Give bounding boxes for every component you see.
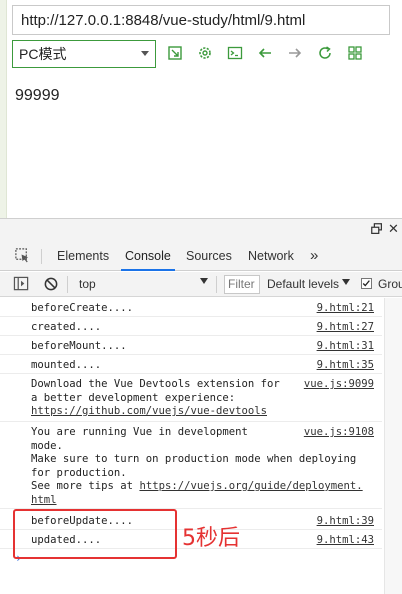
devtools-tab-bar: Elements Console Sources Network » — [0, 241, 402, 271]
mode-select[interactable]: PC模式 — [12, 40, 156, 68]
inspect-element-icon[interactable] — [14, 247, 32, 265]
levels-chevron-icon[interactable] — [342, 279, 350, 285]
settings-icon[interactable] — [196, 44, 214, 62]
source-link[interactable]: 9.html:27 — [317, 321, 374, 335]
group-checkbox[interactable] — [361, 278, 372, 289]
more-tabs-button[interactable]: » — [306, 241, 322, 271]
source-link[interactable]: 9.html:21 — [317, 302, 374, 316]
source-link[interactable]: 9.html:43 — [317, 534, 374, 548]
console-toolbar: top Filter Default levels Grou — [0, 272, 402, 297]
clear-console-icon[interactable] — [43, 276, 60, 293]
console-message: beforeCreate.... 9.html:21 — [0, 298, 382, 317]
tab-network[interactable]: Network — [244, 241, 298, 271]
console-message: You are running Vue in development mode.… — [0, 422, 382, 509]
source-link[interactable]: 9.html:39 — [317, 515, 374, 529]
console-message: mounted.... 9.html:35 — [0, 355, 382, 374]
console-message: created.... 9.html:27 — [0, 317, 382, 336]
annotation-text: 5秒后 — [182, 526, 240, 551]
tab-console[interactable]: Console — [121, 241, 175, 271]
tab-elements[interactable]: Elements — [53, 241, 113, 271]
screenshot-icon[interactable] — [166, 44, 184, 62]
undock-icon[interactable] — [370, 222, 386, 238]
deployment-link[interactable]: https://vuejs.org/guide/deployment. — [139, 480, 362, 492]
console-scrollbar[interactable] — [384, 298, 402, 594]
address-bar[interactable]: http://127.0.0.1:8848/vue-study/html/9.h… — [12, 5, 390, 35]
mode-select-value: PC模式 — [19, 46, 67, 62]
refresh-icon[interactable] — [316, 44, 334, 62]
close-icon[interactable]: ✕ — [388, 221, 399, 237]
deployment-link-cont[interactable]: html — [31, 494, 57, 506]
source-link[interactable]: 9.html:31 — [317, 340, 374, 354]
source-link[interactable]: 9.html:35 — [317, 359, 374, 373]
sidebar-toggle-icon[interactable] — [13, 276, 31, 293]
devtools-title-row: ✕ — [0, 219, 402, 241]
annotation-highlight-box — [13, 509, 177, 559]
filter-input[interactable]: Filter — [224, 275, 260, 294]
left-edge-strip — [0, 0, 7, 218]
page-content: 99999 — [15, 87, 60, 104]
console-message: Download the Vue Devtools extension for … — [0, 374, 382, 422]
group-label: Grou — [378, 277, 402, 291]
console-icon[interactable] — [226, 44, 244, 62]
context-selector[interactable]: top — [79, 277, 96, 291]
forward-icon[interactable] — [286, 44, 304, 62]
devtools-link[interactable]: https://github.com/vuejs/vue-devtools — [31, 405, 267, 417]
levels-dropdown[interactable]: Default levels — [267, 277, 339, 291]
back-icon[interactable] — [256, 44, 274, 62]
tab-sources[interactable]: Sources — [182, 241, 236, 271]
console-message: beforeMount.... 9.html:31 — [0, 336, 382, 355]
url-text: http://127.0.0.1:8848/vue-study/html/9.h… — [21, 11, 306, 29]
grid-icon[interactable] — [346, 44, 364, 62]
context-dropdown-icon[interactable] — [200, 278, 208, 284]
source-link[interactable]: vue.js:9099 — [304, 378, 374, 392]
source-link[interactable]: vue.js:9108 — [304, 426, 374, 440]
chevron-down-icon — [141, 51, 149, 56]
